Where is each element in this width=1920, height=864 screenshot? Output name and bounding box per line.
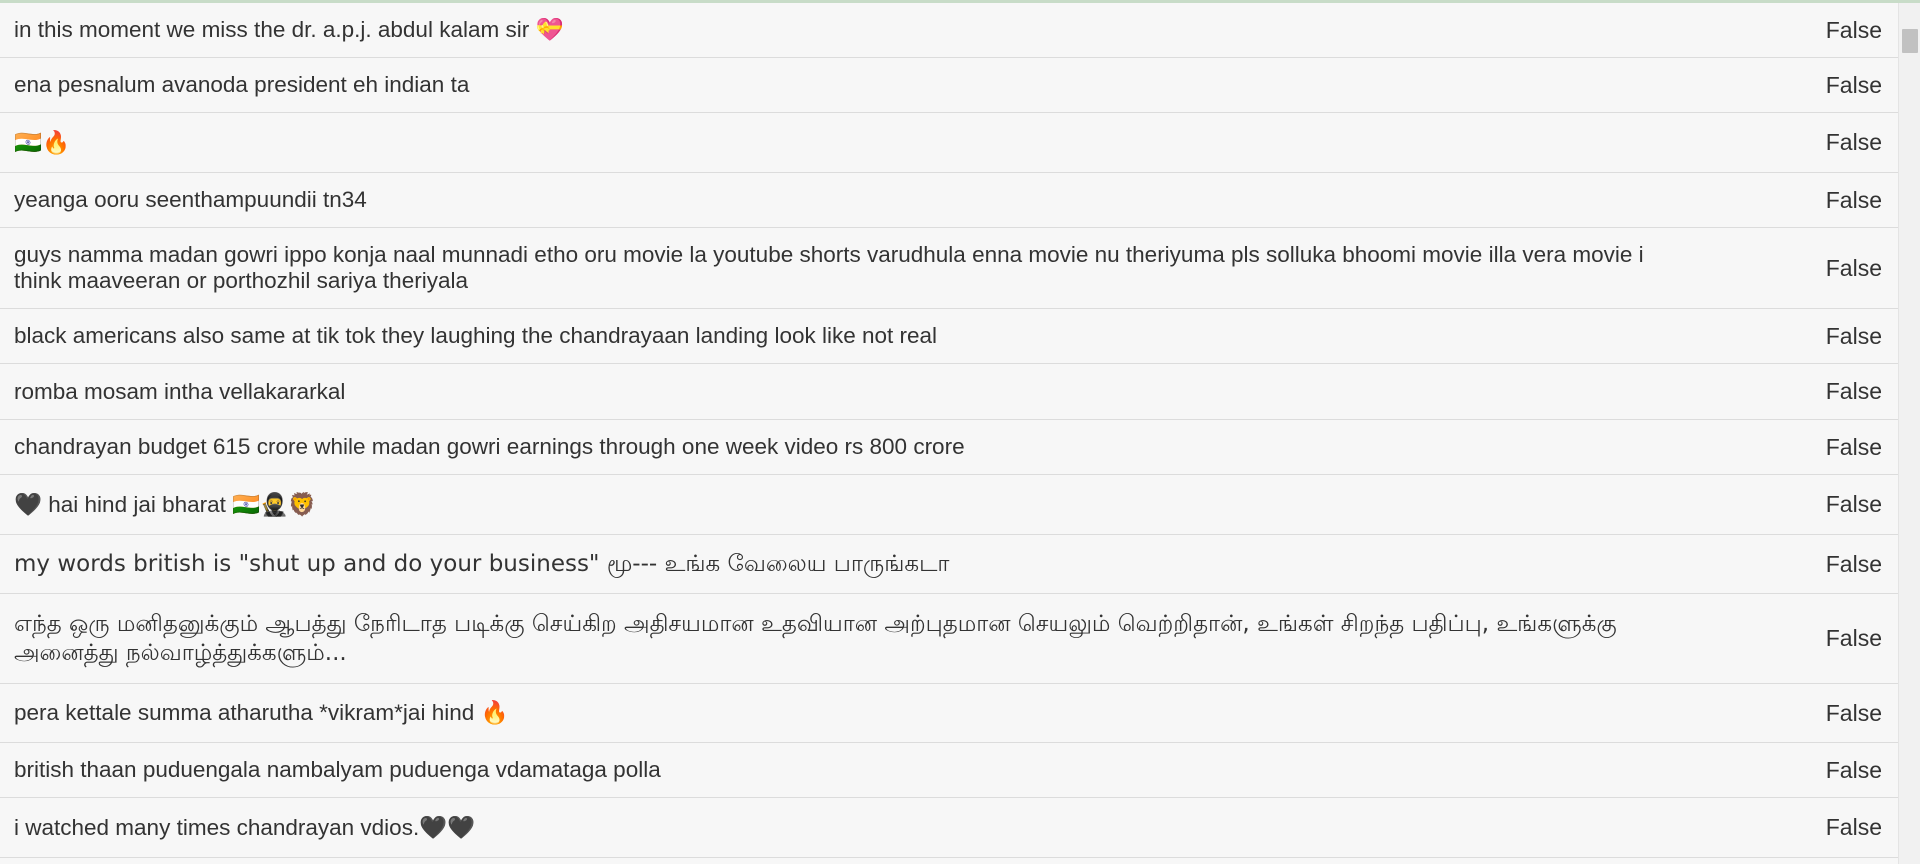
label-value: False <box>1825 550 1882 577</box>
table-row[interactable]: my words british is "shut up and do your… <box>0 535 1898 594</box>
label-value: False <box>1825 16 1882 43</box>
table-row[interactable]: british thaan puduengala nambalyam pudue… <box>0 743 1898 798</box>
table-row[interactable]: எந்த ஒரு மனிதனுக்கும் ஆபத்து நேரிடாத படி… <box>0 594 1898 684</box>
label-value: False <box>1825 322 1882 349</box>
comment-text: i watched many times chandrayan vdios.🖤🖤 <box>14 814 476 840</box>
comment-text: எந்த ஒரு மனிதனுக்கும் ஆபத்து நேரிடாத படி… <box>14 610 1617 666</box>
label-value: False <box>1825 129 1882 155</box>
label-value: False <box>1825 433 1882 460</box>
label-value: False <box>1825 756 1882 783</box>
table-row[interactable]: chandrayan budget 615 crore while madan … <box>0 420 1898 475</box>
comment-text: pera kettale summa atharutha *vikram*jai… <box>14 700 509 725</box>
table-row[interactable]: 🖤 hai hind jai bharat 🇮🇳🥷🦁 False <box>0 475 1898 535</box>
label-value: False <box>1825 71 1882 98</box>
label-value: False <box>1825 625 1882 651</box>
table-row[interactable]: 🇮🇳🔥 False <box>0 113 1898 173</box>
table-row[interactable]: romba mosam intha vellakararkal False <box>0 364 1898 420</box>
table-row[interactable]: pera kettale summa atharutha *vikram*jai… <box>0 684 1898 743</box>
comment-text: 🖤 hai hind jai bharat 🇮🇳🥷🦁 <box>14 491 317 517</box>
label-value: False <box>1825 814 1882 840</box>
comment-text: guys namma madan gowri ippo konja naal m… <box>14 242 1644 293</box>
label-value: False <box>1825 186 1882 213</box>
comment-text: 🇮🇳🔥 <box>14 129 71 155</box>
comment-text: black americans also same at tik tok the… <box>14 323 938 348</box>
comment-text: my words british is "shut up and do your… <box>14 551 950 577</box>
comment-text: british thaan puduengala nambalyam pudue… <box>14 757 661 782</box>
comments-table: in this moment we miss the dr. a.p.j. ab… <box>0 3 1898 864</box>
table-row[interactable]: guys namma madan gowri ippo konja naal m… <box>0 228 1898 309</box>
label-value: False <box>1825 491 1882 517</box>
table-row[interactable]: ena pesnalum avanoda president eh indian… <box>0 58 1898 113</box>
table-row[interactable]: black americans also same at tik tok the… <box>0 309 1898 364</box>
table-row[interactable]: i watched many times chandrayan vdios.🖤🖤… <box>0 798 1898 858</box>
comment-text: in this moment we miss the dr. a.p.j. ab… <box>14 17 564 42</box>
vertical-scrollbar[interactable] <box>1898 3 1920 864</box>
label-value: False <box>1825 378 1882 404</box>
label-value: False <box>1825 699 1882 726</box>
comment-text: yeanga ooru seenthampuundii tn34 <box>14 187 367 212</box>
comment-text: chandrayan budget 615 crore while madan … <box>14 434 965 459</box>
comment-text: romba mosam intha vellakararkal <box>14 378 346 404</box>
table-row[interactable]: in this moment we miss the dr. a.p.j. ab… <box>0 3 1898 58</box>
table-row[interactable]: yeanga ooru seenthampuundii tn34 False <box>0 173 1898 228</box>
scrollbar-thumb[interactable] <box>1902 29 1918 53</box>
label-value: False <box>1825 254 1882 281</box>
comment-text: ena pesnalum avanoda president eh indian… <box>14 72 470 97</box>
